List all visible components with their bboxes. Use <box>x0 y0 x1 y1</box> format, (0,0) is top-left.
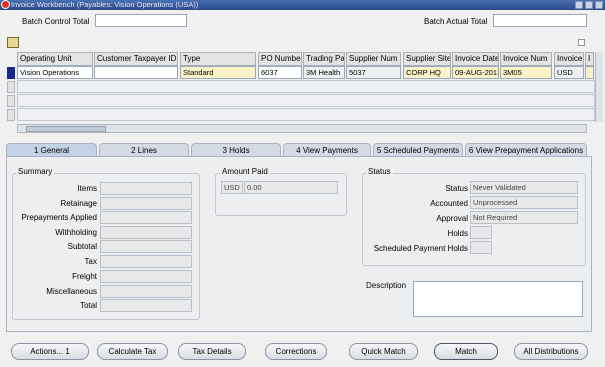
quick-match-button[interactable]: Quick Match <box>349 343 418 360</box>
summary-label: Withholding <box>55 228 97 237</box>
scheduled-holds-label: Scheduled Payment Holds <box>373 244 468 253</box>
calculate-tax-button[interactable]: Calculate Tax <box>97 343 168 360</box>
cell-extra[interactable] <box>585 66 594 79</box>
cell-po-number[interactable]: 6037 <box>258 66 302 79</box>
holds-label: Holds <box>447 229 468 238</box>
status-label: Status <box>445 184 468 193</box>
amount-paid-title: Amount Paid <box>220 167 270 176</box>
empty-grid-rows[interactable] <box>17 80 595 122</box>
col-header[interactable]: Operating Unit <box>17 52 93 66</box>
tax-field <box>100 255 192 268</box>
cell-invoice-currency[interactable]: USD <box>554 66 584 79</box>
description-field[interactable] <box>413 281 583 317</box>
amount-paid-group <box>215 173 347 216</box>
cell-operating-unit[interactable]: Vision Operations <box>17 66 93 79</box>
row-selector[interactable] <box>7 81 15 93</box>
row-selector-current[interactable] <box>7 67 15 79</box>
miscellaneous-field <box>100 285 192 298</box>
select-checkbox[interactable] <box>578 39 585 46</box>
col-header[interactable]: Customer Taxpayer ID <box>94 52 178 66</box>
grid-horizontal-scrollbar[interactable] <box>17 124 587 133</box>
tab-holds[interactable]: 3 Holds <box>191 143 281 157</box>
approval-label: Approval <box>436 214 468 223</box>
cell-trading-partner[interactable]: 3M Health <box>303 66 345 79</box>
tab-view-prepayment-applications[interactable]: 6 View Prepayment Applications <box>465 143 587 157</box>
row-selector[interactable] <box>7 109 15 121</box>
maximize-icon[interactable] <box>585 1 593 9</box>
col-header[interactable]: I <box>585 52 594 66</box>
cell-taxpayer-id[interactable] <box>94 66 178 79</box>
cell-supplier-site[interactable]: CORP HQ <box>403 66 451 79</box>
close-icon[interactable] <box>595 1 603 9</box>
cell-invoice-date[interactable]: 09-AUG-2013 <box>452 66 499 79</box>
col-header[interactable]: Invoice Date <box>452 52 499 66</box>
col-header[interactable]: Type <box>180 52 256 66</box>
amount-paid-value: 0.00 <box>244 181 338 194</box>
status-value: Never Validated <box>470 181 578 194</box>
summary-title: Summary <box>16 167 55 176</box>
match-button[interactable]: Match <box>434 343 498 360</box>
summary-label: Tax <box>84 257 97 266</box>
col-header[interactable]: Trading Pa <box>303 52 345 66</box>
withholding-field <box>100 226 192 239</box>
scroll-thumb[interactable] <box>26 126 106 132</box>
tab-view-payments[interactable]: 4 View Payments <box>283 143 371 157</box>
cell-type[interactable]: Standard <box>180 66 256 79</box>
row-selector[interactable] <box>7 95 15 107</box>
oracle-app-icon <box>1 0 10 9</box>
cell-supplier-num[interactable]: 5037 <box>346 66 401 79</box>
window-title: Invoice Workbench (Payables: Vision Oper… <box>11 0 199 9</box>
folder-tools-icon[interactable] <box>7 37 19 48</box>
all-distributions-button[interactable]: All Distributions <box>514 343 588 360</box>
corrections-button[interactable]: Corrections <box>265 343 327 360</box>
scheduled-holds-value <box>470 241 492 254</box>
freight-field <box>100 270 192 283</box>
accounted-label: Accounted <box>430 199 468 208</box>
col-header[interactable]: Supplier Site <box>403 52 451 66</box>
summary-label: Prepayments Applied <box>21 213 97 222</box>
batch-control-total-field[interactable] <box>95 14 187 27</box>
subtotal-field <box>100 240 192 253</box>
col-header[interactable]: Supplier Num <box>346 52 401 66</box>
summary-label: Total <box>80 301 97 310</box>
col-header[interactable]: PO Number <box>258 52 302 66</box>
summary-label: Miscellaneous <box>46 287 97 296</box>
summary-label: Items <box>77 184 97 193</box>
batch-actual-label: Batch Actual Total <box>424 17 488 26</box>
batch-control-label: Batch Control Total <box>22 17 90 26</box>
window-title-bar: Invoice Workbench (Payables: Vision Oper… <box>0 0 605 10</box>
approval-value: Not Required <box>470 211 578 224</box>
col-header[interactable]: Invoice <box>554 52 584 66</box>
status-title: Status <box>366 167 393 176</box>
grid-vertical-scrollbar[interactable] <box>595 52 603 122</box>
total-field <box>100 299 192 312</box>
retainage-field <box>100 197 192 210</box>
summary-label: Subtotal <box>67 242 97 251</box>
tax-details-button[interactable]: Tax Details <box>178 343 246 360</box>
items-field <box>100 182 192 195</box>
tab-scheduled-payments[interactable]: 5 Scheduled Payments <box>373 143 463 157</box>
actions-button[interactable]: Actions... 1 <box>11 343 89 360</box>
tab-lines[interactable]: 2 Lines <box>99 143 189 157</box>
col-header[interactable]: Invoice Num <box>500 52 552 66</box>
prepayments-applied-field <box>100 211 192 224</box>
holds-value <box>470 226 492 239</box>
cell-invoice-num[interactable]: 3M05 <box>500 66 552 79</box>
summary-label: Freight <box>72 272 97 281</box>
summary-label: Retainage <box>60 199 97 208</box>
amount-paid-currency: USD <box>221 181 243 194</box>
description-label: Description <box>366 281 407 290</box>
minimize-icon[interactable] <box>575 1 583 9</box>
accounted-value: Unprocessed <box>470 196 578 209</box>
batch-actual-total-field[interactable] <box>493 14 587 27</box>
